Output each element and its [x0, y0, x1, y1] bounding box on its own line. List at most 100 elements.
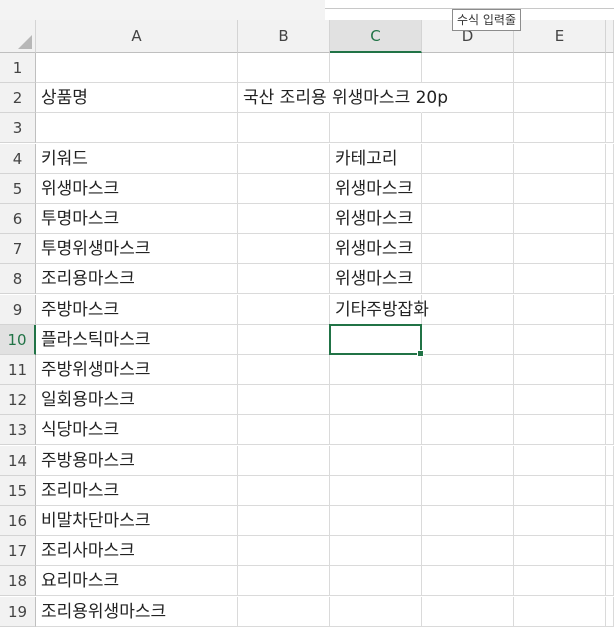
cell-b4[interactable]	[238, 143, 330, 174]
cell-b19[interactable]	[238, 596, 330, 627]
cell-a19[interactable]: 조리용위생마스크	[36, 596, 238, 627]
cell-d10[interactable]	[422, 324, 514, 355]
cell-e16[interactable]	[514, 506, 606, 536]
cell-d8[interactable]	[422, 264, 514, 295]
fill-handle[interactable]	[417, 349, 424, 357]
cell-e4[interactable]	[514, 143, 606, 174]
row-header-6[interactable]: 6	[0, 204, 36, 234]
cell-e9[interactable]	[514, 294, 606, 325]
cell-e10[interactable]	[514, 324, 606, 355]
cell-d9[interactable]	[422, 294, 514, 325]
cell-a13[interactable]: 식당마스크	[36, 415, 238, 446]
cell-c18[interactable]	[330, 566, 422, 597]
cell-c3[interactable]	[330, 113, 422, 144]
cell-e14[interactable]	[514, 445, 606, 476]
cell-e12[interactable]	[514, 385, 606, 416]
cell-b6[interactable]	[238, 204, 330, 234]
cell-b12[interactable]	[238, 385, 330, 416]
cell-a8[interactable]: 조리용마스크	[36, 264, 238, 295]
cell-c15[interactable]	[330, 475, 422, 506]
row-header-13[interactable]: 13	[0, 415, 36, 446]
cell-c16[interactable]	[330, 506, 422, 536]
row-header-7[interactable]: 7	[0, 234, 36, 265]
cell-a2[interactable]: 상품명	[36, 83, 238, 114]
cell-d13[interactable]	[422, 415, 514, 446]
cell-e11[interactable]	[514, 355, 606, 385]
cell-b8[interactable]	[238, 264, 330, 295]
cell-d4[interactable]	[422, 143, 514, 174]
cell-a16[interactable]: 비말차단마스크	[36, 506, 238, 536]
cell-a14[interactable]: 주방용마스크	[36, 445, 238, 476]
row-header-8[interactable]: 8	[0, 264, 36, 295]
row-header-12[interactable]: 12	[0, 385, 36, 416]
active-cell-outline[interactable]	[329, 323, 424, 357]
column-header-e[interactable]: E	[514, 20, 606, 53]
cell-c9[interactable]: 기타주방잡화	[330, 294, 429, 325]
row-header-5[interactable]: 5	[0, 173, 36, 204]
cell-a4[interactable]: 키워드	[36, 143, 238, 174]
cell-a1[interactable]	[36, 53, 238, 83]
cell-b18[interactable]	[238, 566, 330, 597]
cell-e18[interactable]	[514, 566, 606, 597]
cell-d14[interactable]	[422, 445, 514, 476]
row-header-14[interactable]: 14	[0, 445, 36, 476]
cell-c5[interactable]: 위생마스크	[330, 173, 422, 204]
cell-e7[interactable]	[514, 234, 606, 265]
cell-b11[interactable]	[238, 355, 330, 385]
select-all-button[interactable]	[0, 20, 36, 53]
cell-a9[interactable]: 주방마스크	[36, 294, 238, 325]
cell-b16[interactable]	[238, 506, 330, 536]
cell-d2[interactable]	[422, 83, 514, 114]
cell-d11[interactable]	[422, 355, 514, 385]
cell-b13[interactable]	[238, 415, 330, 446]
row-header-19[interactable]: 19	[0, 596, 36, 627]
cell-c17[interactable]	[330, 536, 422, 567]
row-header-16[interactable]: 16	[0, 506, 36, 536]
cell-c14[interactable]	[330, 445, 422, 476]
row-header-11[interactable]: 11	[0, 355, 36, 385]
cell-e1[interactable]	[514, 53, 606, 83]
cell-c11[interactable]	[330, 355, 422, 385]
cell-e17[interactable]	[514, 536, 606, 567]
row-header-9[interactable]: 9	[0, 294, 36, 325]
cell-d5[interactable]	[422, 173, 514, 204]
row-header-10[interactable]: 10	[0, 324, 36, 355]
row-header-1[interactable]: 1	[0, 53, 36, 83]
row-header-17[interactable]: 17	[0, 536, 36, 567]
cell-c2[interactable]	[330, 83, 422, 114]
column-header-c[interactable]: C	[330, 20, 422, 53]
cell-c8[interactable]: 위생마스크	[330, 264, 422, 295]
cell-e15[interactable]	[514, 475, 606, 506]
cell-a11[interactable]: 주방위생마스크	[36, 355, 238, 385]
cell-c7[interactable]: 위생마스크	[330, 234, 422, 265]
cell-c12[interactable]	[330, 385, 422, 416]
cell-a12[interactable]: 일회용마스크	[36, 385, 238, 416]
cell-b2[interactable]: 국산 조리용 위생마스크 20p	[238, 83, 448, 114]
cell-e13[interactable]	[514, 415, 606, 446]
cell-d1[interactable]	[422, 53, 514, 83]
cell-a3[interactable]	[36, 113, 238, 144]
cell-b1[interactable]	[238, 53, 330, 83]
cell-d3[interactable]	[422, 113, 514, 144]
cell-a15[interactable]: 조리마스크	[36, 475, 238, 506]
cell-a6[interactable]: 투명마스크	[36, 204, 238, 234]
cell-a10[interactable]: 플라스틱마스크	[36, 324, 238, 355]
cell-d15[interactable]	[422, 475, 514, 506]
cell-b14[interactable]	[238, 445, 330, 476]
cell-a5[interactable]: 위생마스크	[36, 173, 238, 204]
cell-a18[interactable]: 요리마스크	[36, 566, 238, 597]
cell-b15[interactable]	[238, 475, 330, 506]
cell-c6[interactable]: 위생마스크	[330, 204, 422, 234]
cell-d16[interactable]	[422, 506, 514, 536]
cell-c4[interactable]: 카테고리	[330, 143, 422, 174]
cell-c19[interactable]	[330, 596, 422, 627]
cell-e5[interactable]	[514, 173, 606, 204]
cell-d6[interactable]	[422, 204, 514, 234]
cell-d18[interactable]	[422, 566, 514, 597]
formula-input-area[interactable]	[325, 0, 614, 9]
cell-b3[interactable]	[238, 113, 330, 144]
row-header-15[interactable]: 15	[0, 475, 36, 506]
cell-e8[interactable]	[514, 264, 606, 295]
row-header-2[interactable]: 2	[0, 83, 36, 114]
row-header-18[interactable]: 18	[0, 566, 36, 597]
